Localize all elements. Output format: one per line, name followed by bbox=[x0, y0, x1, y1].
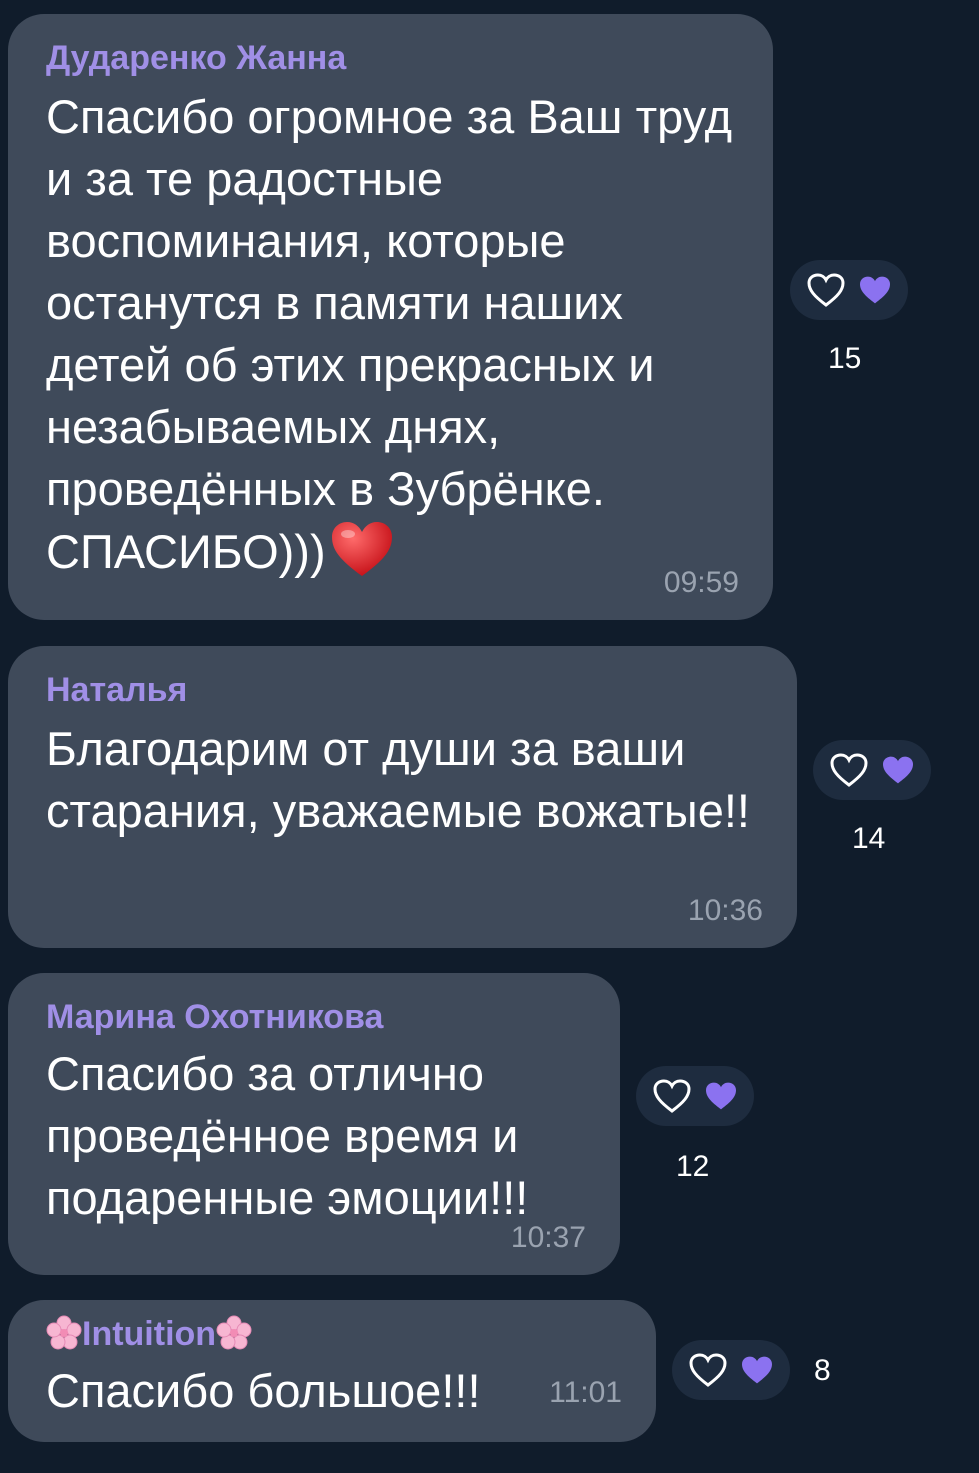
heart-outline-icon[interactable] bbox=[652, 1078, 692, 1114]
purple-heart-icon[interactable] bbox=[858, 275, 892, 305]
reaction-count: 8 bbox=[814, 1354, 831, 1387]
cherry-blossom-icon bbox=[46, 1315, 82, 1360]
chat-area: Дударенко Жанна Спасибо огромное за Ваш … bbox=[0, 0, 979, 1473]
heart-outline-icon[interactable] bbox=[806, 272, 846, 308]
reaction-count: 12 bbox=[676, 1150, 710, 1183]
message-time: 09:59 bbox=[663, 566, 739, 599]
message-author[interactable]: Марина Охотникова bbox=[46, 997, 582, 1037]
reaction-pill[interactable] bbox=[636, 1066, 754, 1126]
message-bubble[interactable]: Марина Охотникова Спасибо за отлично про… bbox=[8, 973, 620, 1275]
heart-outline-icon[interactable] bbox=[829, 752, 869, 788]
purple-heart-icon[interactable] bbox=[881, 755, 915, 785]
message-bubble[interactable]: Наталья Благодарим от души за ваши стара… bbox=[8, 646, 797, 948]
message-author[interactable]: Intuition bbox=[82, 1315, 216, 1353]
heart-outline-icon[interactable] bbox=[688, 1352, 728, 1388]
message-bubble[interactable]: Дударенко Жанна Спасибо огромное за Ваш … bbox=[8, 14, 773, 620]
cherry-blossom-icon bbox=[216, 1315, 252, 1360]
message-text-wrap: Спасибо огромное за Ваш труд и за те рад… bbox=[46, 86, 735, 593]
message-text: Спасибо за отлично проведённое время и п… bbox=[46, 1047, 529, 1224]
red-heart-emoji-icon bbox=[330, 520, 394, 593]
message-time: 10:36 bbox=[687, 894, 763, 927]
message-author[interactable]: Дударенко Жанна bbox=[46, 38, 735, 78]
message-text: Спасибо огромное за Ваш труд и за те рад… bbox=[46, 90, 733, 578]
reaction-count: 15 bbox=[828, 342, 862, 375]
reaction-pill[interactable] bbox=[672, 1340, 790, 1400]
reaction-count: 14 bbox=[852, 822, 886, 855]
message-time: 11:01 bbox=[549, 1376, 622, 1409]
reaction-pill[interactable] bbox=[813, 740, 931, 800]
purple-heart-icon[interactable] bbox=[740, 1355, 774, 1385]
purple-heart-icon[interactable] bbox=[704, 1081, 738, 1111]
message-time: 10:37 bbox=[510, 1221, 586, 1254]
message-bubble[interactable]: Intuition Спасибо большое!!! 11:01 bbox=[8, 1300, 656, 1442]
message-author-wrap[interactable]: Intuition bbox=[46, 1314, 618, 1360]
message-text: Благодарим от души за ваши старания, ува… bbox=[46, 722, 750, 837]
message-author[interactable]: Наталья bbox=[46, 670, 759, 710]
message-text: Спасибо большое!!! bbox=[46, 1364, 481, 1417]
reaction-pill[interactable] bbox=[790, 260, 908, 320]
